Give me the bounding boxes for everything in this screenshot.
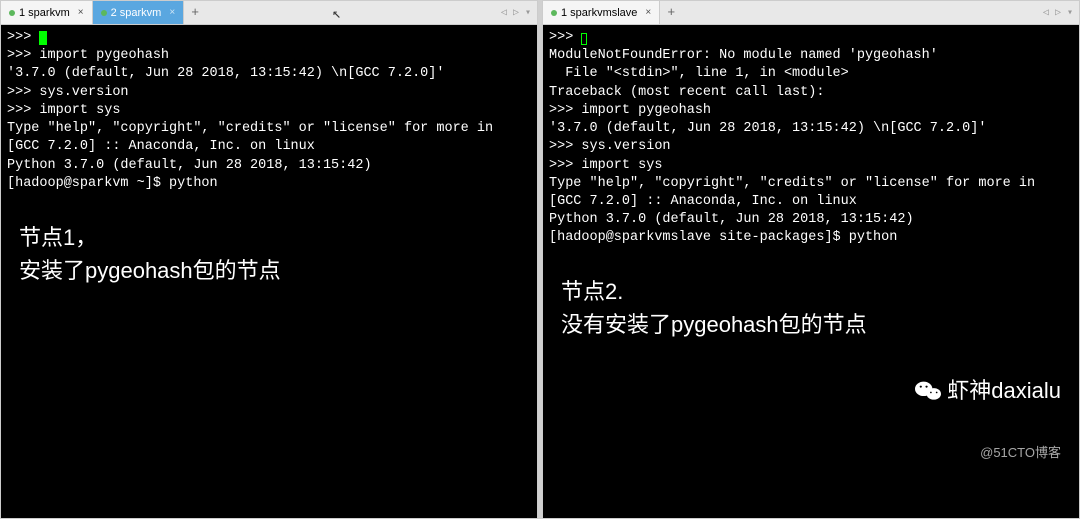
signature-main: 虾神daxialu	[915, 376, 1061, 406]
terminal-line: >>> sys.version	[7, 84, 531, 102]
terminal-line: >>>	[549, 29, 1073, 47]
cursor-block	[39, 31, 47, 45]
terminal-line: '3.7.0 (default, Jun 28 2018, 13:15:42) …	[549, 120, 1073, 138]
right-terminal[interactable]: >>> ModuleNotFoundError: No module named…	[543, 25, 1079, 518]
chevron-right-icon[interactable]: ▷	[511, 7, 521, 19]
terminal-line	[7, 193, 531, 211]
close-icon[interactable]: ×	[169, 7, 175, 18]
terminal-line: >>> import sys	[7, 102, 531, 120]
annotation-node2: 节点2. 没有安装了pygeohash包的节点	[561, 275, 867, 341]
terminal-line: >>>	[7, 29, 531, 47]
tab-label: 1 sparkvm	[19, 7, 70, 19]
terminal-line: >>> sys.version	[549, 138, 1073, 156]
left-terminal[interactable]: >>> >>> import pygeohash'3.7.0 (default,…	[1, 25, 537, 518]
close-icon[interactable]: ×	[645, 7, 651, 18]
close-icon[interactable]: ×	[78, 7, 84, 18]
terminal-line: Python 3.7.0 (default, Jun 28 2018, 13:1…	[7, 157, 531, 175]
chevron-right-icon[interactable]: ▷	[1053, 7, 1063, 19]
add-tab-button[interactable]: +	[184, 1, 206, 24]
right-tabstrip: 1 sparkvmslave × + ◁ ▷ ▾	[543, 1, 1079, 25]
terminal-line: Type "help", "copyright", "credits" or "…	[549, 175, 1073, 193]
annotation-node1: 节点1， 安装了pygeohash包的节点	[19, 221, 281, 287]
add-tab-button[interactable]: +	[660, 1, 682, 24]
tab-nav: ◁ ▷ ▾	[1041, 1, 1079, 24]
signature-sub: @51CTO博客	[915, 444, 1061, 462]
wechat-icon	[915, 380, 941, 402]
terminal-line: [GCC 7.2.0] :: Anaconda, Inc. on linux	[549, 193, 1073, 211]
terminal-line: Traceback (most recent call last):	[549, 84, 1073, 102]
terminal-line: '3.7.0 (default, Jun 28 2018, 13:15:42) …	[7, 65, 531, 83]
signature-text: 虾神daxialu	[947, 376, 1061, 406]
terminal-line: >>> import sys	[549, 157, 1073, 175]
terminal-line: >>> import pygeohash	[549, 102, 1073, 120]
terminal-line: >>> import pygeohash	[7, 47, 531, 65]
chevron-left-icon[interactable]: ◁	[1041, 7, 1051, 19]
chevron-left-icon[interactable]: ◁	[499, 7, 509, 19]
tab-label: 2 sparkvm	[111, 7, 162, 19]
terminal-line: [hadoop@sparkvm ~]$ python	[7, 175, 531, 193]
left-pane: 1 sparkvm × 2 sparkvm × + ◁ ▷ ▾ >>> >>> …	[0, 0, 538, 519]
left-tabstrip: 1 sparkvm × 2 sparkvm × + ◁ ▷ ▾	[1, 1, 537, 25]
tab-sparkvm-1[interactable]: 1 sparkvm ×	[1, 1, 93, 24]
status-dot-icon	[101, 10, 107, 16]
menu-icon[interactable]: ▾	[1065, 7, 1075, 19]
terminal-line: [GCC 7.2.0] :: Anaconda, Inc. on linux	[7, 138, 531, 156]
tab-sparkvmslave-1[interactable]: 1 sparkvmslave ×	[543, 1, 660, 24]
terminal-line: [hadoop@sparkvmslave site-packages]$ pyt…	[549, 229, 1073, 247]
terminal-line: ModuleNotFoundError: No module named 'py…	[549, 47, 1073, 65]
status-dot-icon	[9, 10, 15, 16]
cursor-block	[581, 33, 587, 45]
right-pane: 1 sparkvmslave × + ◁ ▷ ▾ >>> ModuleNotFo…	[542, 0, 1080, 519]
menu-icon[interactable]: ▾	[523, 7, 533, 19]
terminal-line: File "<stdin>", line 1, in <module>	[549, 65, 1073, 83]
status-dot-icon	[551, 10, 557, 16]
signature: 虾神daxialu @51CTO博客	[915, 339, 1061, 498]
terminal-line	[549, 248, 1073, 266]
tab-nav: ◁ ▷ ▾	[499, 1, 537, 24]
tab-sparkvm-2[interactable]: 2 sparkvm ×	[93, 1, 185, 24]
tab-label: 1 sparkvmslave	[561, 7, 637, 19]
terminal-line: Python 3.7.0 (default, Jun 28 2018, 13:1…	[549, 211, 1073, 229]
terminal-line: Type "help", "copyright", "credits" or "…	[7, 120, 531, 138]
